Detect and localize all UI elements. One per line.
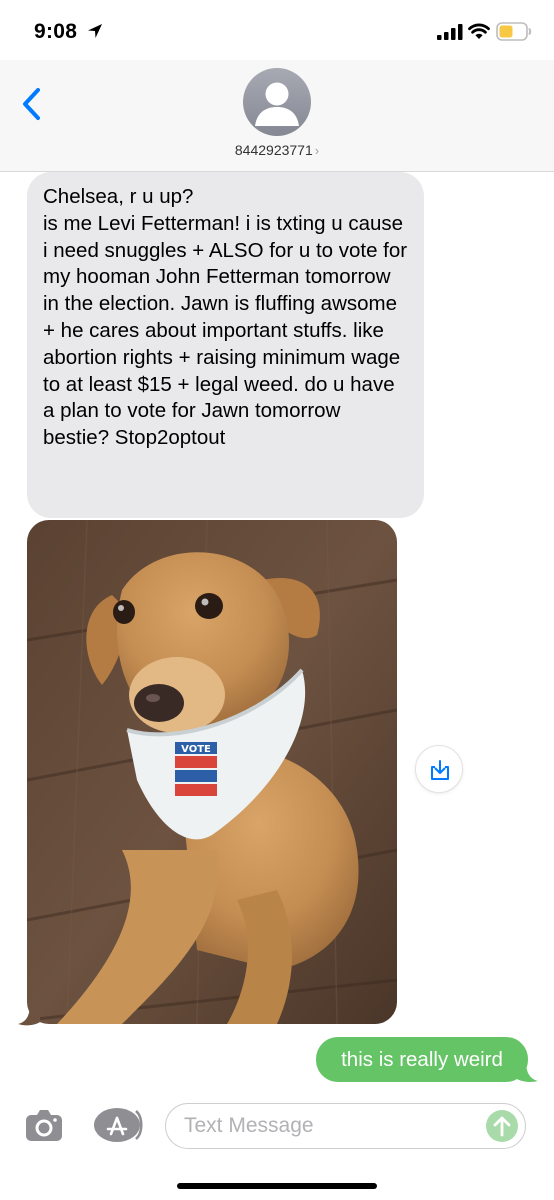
- status-time: 9:08: [34, 20, 78, 43]
- incoming-bubble-tail: [18, 1004, 40, 1026]
- contact-number: 8442923771: [234, 142, 313, 158]
- contact-name[interactable]: 8442923771 ›: [0, 142, 554, 158]
- chevron-left-icon: [23, 88, 40, 120]
- conversation-header: 8442923771 ›: [0, 60, 554, 172]
- back-button[interactable]: [18, 86, 46, 122]
- outgoing-bubble-tail: [514, 1061, 538, 1082]
- message-input-field[interactable]: [165, 1103, 526, 1149]
- battery-low-icon: [496, 22, 532, 41]
- send-button[interactable]: [486, 1110, 518, 1142]
- app-store-button[interactable]: [93, 1107, 143, 1143]
- incoming-message-bubble[interactable]: Chelsea, r u up? is me Levi Fetterman! i…: [27, 172, 424, 518]
- save-photo-button[interactable]: [415, 745, 463, 793]
- download-icon: [431, 760, 449, 780]
- chevron-right-icon: ›: [314, 143, 320, 158]
- message-input[interactable]: [184, 1104, 474, 1147]
- camera-icon: [26, 1110, 62, 1141]
- wifi-icon: [468, 23, 490, 39]
- location-arrow-icon: [88, 24, 102, 38]
- home-indicator[interactable]: [177, 1183, 377, 1189]
- contact-avatar[interactable]: [243, 68, 311, 136]
- camera-button[interactable]: [24, 1107, 64, 1143]
- status-bar: 9:08: [0, 0, 554, 60]
- outgoing-message-bubble[interactable]: this is really weird: [316, 1037, 528, 1082]
- person-silhouette-icon: [255, 82, 299, 126]
- arrow-up-icon: [493, 1116, 511, 1137]
- incoming-photo[interactable]: VOTE: [27, 520, 397, 1024]
- bandana-text: VOTE: [181, 744, 211, 755]
- dog-photo: VOTE: [27, 520, 397, 1024]
- app-store-icon: [94, 1108, 143, 1142]
- cellular-signal-icon: [437, 24, 463, 40]
